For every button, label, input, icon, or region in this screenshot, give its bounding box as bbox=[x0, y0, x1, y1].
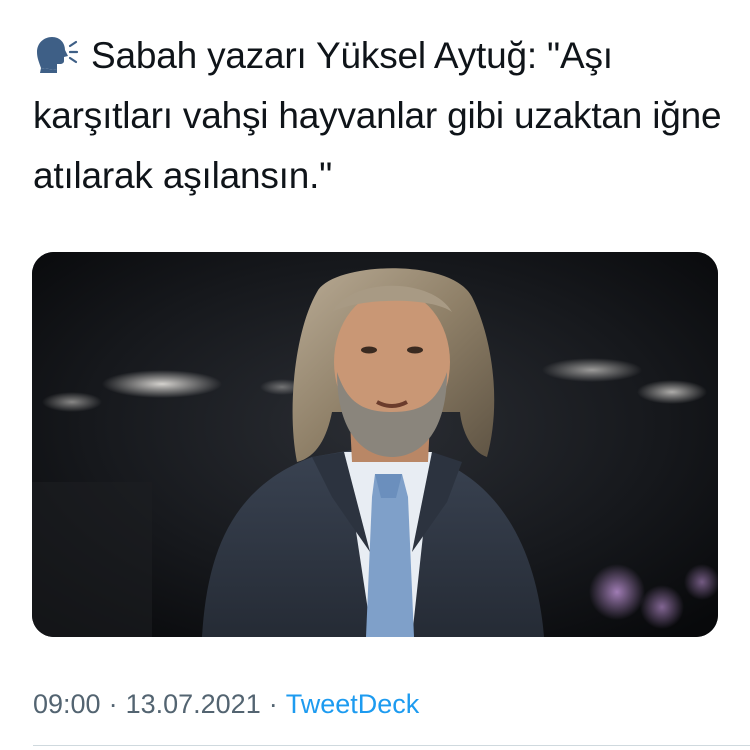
tweet-time[interactable]: 09:00 bbox=[33, 689, 101, 719]
tweet-text: Sabah yazarı Yüksel Aytuğ: "Aşı karşıtla… bbox=[33, 26, 733, 206]
tweet-body: Sabah yazarı Yüksel Aytuğ: "Aşı karşıtla… bbox=[33, 35, 732, 196]
tweet-metadata: 09:00 · 13.07.2021 · TweetDeck bbox=[33, 686, 419, 722]
tweet-photo-image bbox=[32, 252, 718, 637]
tweet-photo[interactable] bbox=[32, 252, 718, 637]
meta-separator: · bbox=[268, 689, 278, 719]
speaking-head-icon bbox=[33, 32, 79, 73]
meta-separator: · bbox=[108, 689, 118, 719]
tweet-source-link[interactable]: TweetDeck bbox=[286, 689, 420, 719]
tweet-date[interactable]: 13.07.2021 bbox=[126, 689, 261, 719]
divider bbox=[33, 745, 750, 746]
